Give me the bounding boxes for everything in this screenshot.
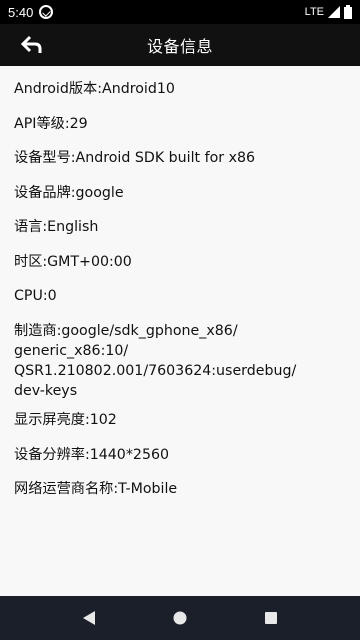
back-triangle-icon bbox=[83, 611, 96, 625]
network-type: LTE bbox=[304, 6, 324, 18]
app-bar: 设备信息 bbox=[0, 24, 360, 66]
nav-back-button[interactable] bbox=[71, 600, 107, 636]
back-arrow-icon bbox=[21, 35, 42, 53]
nav-recents-button[interactable] bbox=[253, 600, 289, 636]
info-api-level: API等级:29 bbox=[14, 116, 88, 132]
status-time: 5:40 bbox=[8, 4, 34, 20]
navigation-bar bbox=[0, 596, 360, 640]
nav-home-button[interactable] bbox=[162, 600, 198, 636]
back-button[interactable] bbox=[18, 32, 46, 58]
info-device-brand: 设备品牌:google bbox=[14, 185, 124, 201]
info-manufacturer: 制造商:google/sdk_gphone_x86/ generic_x86:1… bbox=[14, 323, 297, 399]
info-screen-brightness: 显示屏亮度:102 bbox=[14, 412, 117, 428]
status-bar: 5:40 LTE bbox=[0, 0, 360, 24]
signal-icon bbox=[328, 6, 340, 18]
page-title: 设备信息 bbox=[146, 37, 213, 56]
info-carrier: 网络运营商名称:T-Mobile bbox=[14, 481, 178, 497]
status-indicators: LTE bbox=[305, 5, 352, 19]
info-timezone: 时区:GMT+00:00 bbox=[14, 254, 132, 270]
info-android-version: Android版本:Android10 bbox=[14, 81, 175, 97]
info-cpu: CPU:0 bbox=[14, 288, 57, 304]
info-language: 语言:English bbox=[14, 219, 99, 235]
info-device-model: 设备型号:Android SDK built for x86 bbox=[14, 150, 256, 166]
info-resolution: 设备分辨率:1440*2560 bbox=[14, 447, 170, 463]
home-circle-icon bbox=[173, 611, 187, 625]
recents-square-icon bbox=[264, 612, 277, 624]
do-not-disturb-icon bbox=[39, 5, 54, 19]
battery-icon bbox=[344, 5, 352, 19]
